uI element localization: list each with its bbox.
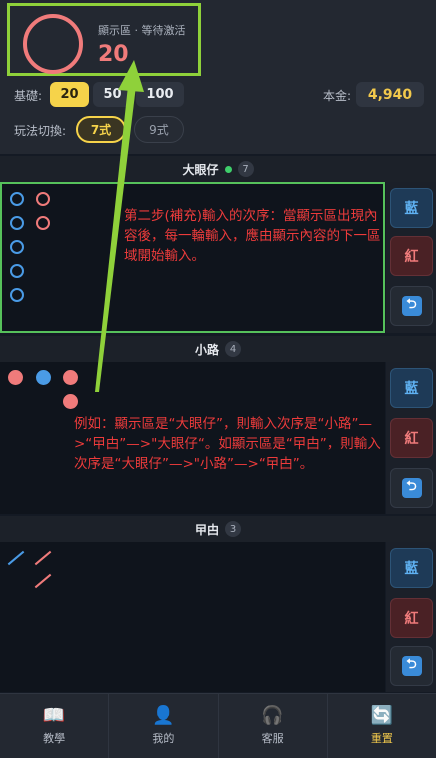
nav-support[interactable]: 🎧 客服 <box>219 694 328 758</box>
reset-icon: 🔄 <box>370 705 394 726</box>
book-icon: 📖 <box>42 705 66 726</box>
user-icon: 👤 <box>152 705 175 726</box>
nav-label: 重置 <box>370 732 393 745</box>
nav-tutorial[interactable]: 📖 教學 <box>0 694 110 758</box>
headset-icon: 🎧 <box>261 705 284 726</box>
bottom-nav: 📖 教學 👤 我的 🎧 客服 🔄 重置 <box>0 693 436 758</box>
nav-profile[interactable]: 👤 我的 <box>109 694 219 758</box>
annotation-arrow <box>95 60 144 392</box>
nav-label: 客服 <box>261 732 284 745</box>
nav-label: 我的 <box>152 732 175 745</box>
nav-reset[interactable]: 🔄 重置 <box>328 694 436 758</box>
nav-label: 教學 <box>43 732 66 745</box>
